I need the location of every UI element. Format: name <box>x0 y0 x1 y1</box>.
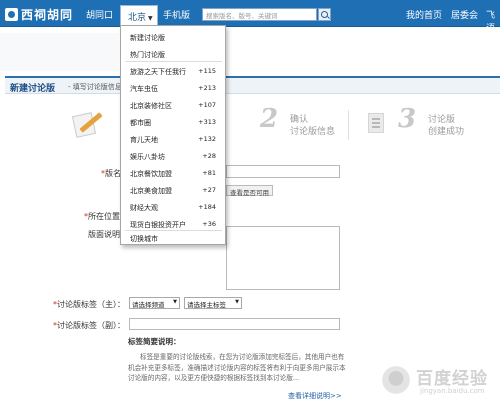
document-icon <box>368 113 384 133</box>
menu-item-board[interactable]: 北京美食加盟 <box>130 186 172 196</box>
board-count: +107 <box>198 101 216 109</box>
step-divider <box>348 110 349 140</box>
sub-tag-input[interactable] <box>129 318 340 330</box>
menu-item-new-board[interactable]: 新建讨论版 <box>130 33 165 43</box>
menu-item-board[interactable]: 都市圈 <box>130 118 151 128</box>
menu-divider <box>125 61 222 62</box>
chevron-down-icon: ▼ <box>173 299 177 305</box>
menu-item-board[interactable]: 汽车虫伍 <box>130 84 158 94</box>
board-count: +81 <box>202 169 216 177</box>
menu-item-board[interactable]: 育儿天地 <box>130 135 158 145</box>
tag-hint-box: 标签简要说明： 标签是重要的讨论版线索，在您为讨论版添加完标签后，其他用户也有机… <box>128 336 350 404</box>
nav-hutongkou-link[interactable]: 胡同口 <box>86 8 113 21</box>
nav-fly-link[interactable]: 飞语 <box>486 8 500 34</box>
city-label: 北京 <box>128 13 147 23</box>
step-3-number: 3 <box>398 104 417 134</box>
watermark-logo-icon <box>380 364 412 396</box>
city-dropdown-menu: 新建讨论版 热门讨论版 旅游之天下任我行 +115 汽车虫伍 +213 北京装修… <box>120 25 226 245</box>
menu-item-board[interactable]: 北京餐饮加盟 <box>130 169 172 179</box>
search-input[interactable]: 搜索版名、版号、关键词 <box>202 8 317 21</box>
board-count: +27 <box>202 186 216 194</box>
background-banner <box>0 33 118 71</box>
menu-item-switch-city[interactable]: 切换城市 <box>130 234 158 244</box>
description-label: 版面说明 <box>88 230 120 239</box>
search-icon[interactable] <box>318 8 331 21</box>
step-3-label: 讨论版 创建成功 <box>428 115 465 137</box>
board-count: +132 <box>198 135 216 143</box>
baidu-jingyan-watermark: 百度经验 jingyan.baidu.com <box>380 360 496 400</box>
section-subtitle: - 填写讨论版信息 <box>68 83 122 91</box>
menu-item-board[interactable]: 现货白银投资开户 <box>130 220 186 230</box>
nav-club-link[interactable]: 居委会 <box>451 8 478 21</box>
board-name-input[interactable] <box>226 165 340 178</box>
watermark-text: 百度经验 <box>416 369 488 389</box>
step-2-label: 确认 讨论版信息 <box>290 115 336 137</box>
description-textarea[interactable] <box>226 226 340 290</box>
pencil-icon <box>64 108 104 138</box>
menu-item-board[interactable]: 旅游之天下任我行 <box>130 67 186 77</box>
menu-item-hot-boards[interactable]: 热门讨论版 <box>130 50 165 60</box>
menu-item-board[interactable]: 北京装修社区 <box>130 101 172 111</box>
sub-tag-label: *讨论版标签（副）： <box>53 321 125 330</box>
menu-item-board[interactable]: 娱乐八卦坊 <box>130 152 165 162</box>
channel-select[interactable]: 请选择频道 ▼ <box>129 297 180 309</box>
logo-text: 西祠胡同 <box>21 7 74 22</box>
main-tag-label: *讨论版标签（主）： <box>53 300 125 309</box>
step-2-number: 2 <box>260 104 279 134</box>
chevron-down-icon: ▼ <box>148 15 153 22</box>
chevron-down-icon: ▼ <box>235 299 239 305</box>
board-count: +213 <box>198 84 216 92</box>
menu-item-board[interactable]: 财经大观 <box>130 203 158 213</box>
site-logo[interactable]: 西祠胡同 <box>5 6 73 22</box>
location-label: *所在位置 <box>84 212 120 221</box>
city-selector-tab[interactable]: 北京 ▼ <box>120 5 158 27</box>
watermark-url: jingyan.baidu.com <box>420 387 485 395</box>
hint-body: 标签是重要的讨论版线索，在您为讨论版添加完标签后，其他用户也有机会补充更多标签，… <box>128 353 346 383</box>
menu-divider <box>125 230 222 231</box>
section-header: 新建讨论版 - 填写讨论版信息 <box>5 76 500 94</box>
top-nav-bar: 西祠胡同 胡同口 北京 ▼ 手机版 搜索版名、版号、关键词 我的首页 居委会 飞语 <box>0 0 500 34</box>
board-count: +184 <box>198 203 216 211</box>
hint-more-link[interactable]: 查看详细说明>> <box>288 391 342 401</box>
nav-home-link[interactable]: 我的首页 <box>406 8 442 21</box>
section-title: 新建讨论版 <box>10 84 56 94</box>
board-count: +115 <box>198 67 216 75</box>
board-count: +36 <box>202 220 216 228</box>
main-tag-select[interactable]: 请选择主标签 ▼ <box>184 297 242 309</box>
logo-icon <box>5 7 18 21</box>
board-count: +28 <box>202 152 216 160</box>
hint-title: 标签简要说明： <box>128 337 181 346</box>
check-availability-button[interactable]: 查看是否可用 <box>226 185 273 197</box>
board-name-label: *版名 <box>101 169 121 178</box>
nav-mobile-link[interactable]: 手机版 <box>163 8 190 21</box>
board-count: +313 <box>198 118 216 126</box>
